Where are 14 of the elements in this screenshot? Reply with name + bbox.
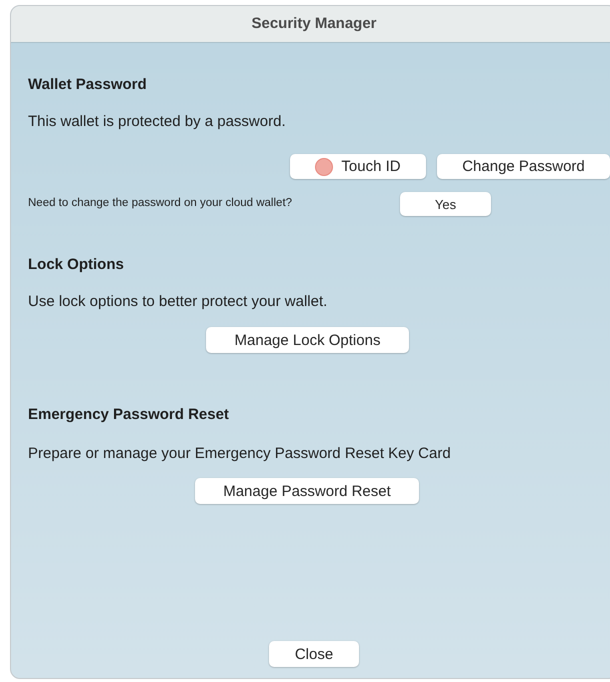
description-text: This wallet is protected by a password. [28,112,286,132]
cloud-wallet-prompt: Need to change the password on your cloud wallet? [28,196,294,212]
section-heading: Emergency Password Reset [28,405,229,425]
close-button[interactable]: Close [269,641,359,667]
manage-password-reset-button[interactable]: Manage Password Reset [195,478,419,504]
manage-lock-options-button[interactable]: Manage Lock Options [206,327,409,353]
description-text: Prepare or manage your Emergency Password Reset Key Card [28,444,451,464]
touch-id-button[interactable]: Touch ID [290,154,426,179]
change-password-button[interactable]: Change Password [437,154,610,179]
window-title: Security Manager [251,14,377,34]
section-heading: Wallet Password [28,75,147,95]
description-text: Use lock options to better protect your wallet. [28,292,328,312]
section-heading: Lock Options [28,255,124,275]
yes-button[interactable]: Yes [400,192,491,216]
